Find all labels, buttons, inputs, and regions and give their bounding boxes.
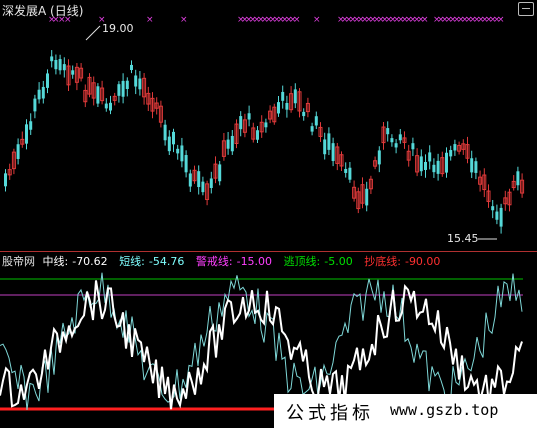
signal-marker: × [421, 15, 429, 25]
candle-down [58, 59, 62, 71]
watermark-banner: 公式指标 www.gszb.top [274, 394, 537, 428]
watermark-url: www.gszb.top [390, 401, 499, 419]
candle-down [495, 211, 499, 220]
candle-down [201, 181, 205, 193]
candle-down [390, 138, 394, 143]
candle-down [218, 164, 222, 182]
candle-down [331, 143, 335, 162]
candle-down [394, 143, 398, 148]
candle-down [281, 91, 285, 101]
candle-down [327, 133, 331, 150]
candle-down [188, 173, 192, 187]
candle-down [71, 70, 75, 75]
candle-down [29, 121, 33, 130]
signal-marker: × [146, 15, 154, 25]
watermark-text: 公式指标 [286, 403, 374, 424]
high-price-label: 19.00 [102, 22, 134, 35]
short-line [0, 272, 523, 412]
candle-down [37, 89, 41, 100]
candle-down [163, 124, 167, 141]
candle-down [54, 59, 58, 70]
candle-down [33, 98, 37, 112]
candle-down [314, 116, 318, 126]
stock-name: 深发展A [2, 4, 47, 18]
candle-down [411, 143, 415, 150]
candle-down [130, 64, 133, 71]
candle-down [46, 73, 49, 88]
candle-down [230, 135, 234, 152]
candle-down [428, 152, 432, 162]
candle-down [348, 167, 352, 180]
candle-down [491, 206, 495, 211]
candle-down [516, 171, 520, 186]
candle-down [109, 102, 112, 111]
candle-down [172, 131, 175, 145]
stock-chart-window: × × × × × × × × × × × × × × × × × × × × × × × × × × × × × × × × × × × × × × × ×… [0, 0, 537, 428]
candle-down [470, 158, 474, 173]
candle-down [96, 86, 100, 104]
candle-down [449, 150, 453, 157]
candle-down [25, 124, 28, 144]
legend-bottom-line: 抄底线: -90.00 [364, 255, 441, 268]
chart-canvas: ×××× × × × ××××××××××××××× × ×××××××××××××××××… [0, 15, 525, 412]
candle-down [184, 155, 188, 173]
candle-down [239, 116, 243, 130]
candle-down [121, 80, 125, 97]
legend-short-line: 短线: -54.76 [119, 255, 185, 268]
candle-down [432, 164, 436, 173]
signal-marker: × [293, 15, 301, 25]
legend-mid-line: 中线: -70.62 [42, 255, 108, 268]
candle-down [138, 78, 142, 90]
indicator-legend: 股帝网 中线: -70.62 短线: -54.76 警戒线: -15.00 逃顶线: -… [2, 253, 448, 269]
minimize-icon[interactable] [518, 2, 534, 16]
candle-down [41, 86, 45, 99]
candle-down [453, 144, 457, 151]
candle-down [377, 150, 381, 165]
candle-down [134, 75, 138, 87]
candle-down [445, 152, 448, 173]
candle-down [277, 102, 280, 114]
candle-down [117, 84, 121, 96]
candle-down [474, 161, 478, 173]
candle-down [264, 122, 268, 128]
candle-down [499, 207, 503, 227]
chart-title: 深发展A (日线) [2, 2, 83, 19]
period-label: (日线) [50, 4, 84, 18]
candle-down [226, 139, 230, 149]
candle-down [436, 160, 440, 174]
candle-down [344, 168, 348, 173]
candle-down [4, 173, 7, 187]
candle-down [167, 136, 171, 152]
candle-down [62, 64, 66, 71]
candle-down [285, 103, 289, 110]
candle-down [180, 145, 184, 162]
candle-down [424, 161, 427, 170]
signal-marker: × [180, 15, 188, 25]
low-price-label: 15.45 [447, 232, 479, 245]
candle-down [302, 111, 306, 117]
signal-marker: × [313, 15, 321, 25]
legend-warning-line: 警戒线: -15.00 [195, 255, 273, 268]
candle-down [247, 113, 251, 120]
panel-separator [0, 251, 537, 252]
candle-down [197, 171, 201, 188]
candle-down [398, 134, 402, 141]
candle-down [125, 80, 129, 89]
candle-down [419, 156, 423, 172]
candle-down [293, 89, 297, 104]
candle-down [176, 148, 180, 154]
indicator-name: 股帝网 [2, 255, 35, 268]
high-arrow [85, 25, 101, 41]
candle-down [323, 139, 327, 155]
candle-down [50, 56, 54, 62]
candle-down [104, 103, 108, 109]
signal-marker: × [497, 15, 505, 25]
candle-down [16, 144, 20, 159]
candle-down [256, 130, 259, 140]
candle-down [209, 178, 213, 188]
legend-top-line: 逃顶线: -5.00 [283, 255, 353, 268]
candle-down [386, 128, 390, 135]
candle-down [310, 126, 314, 132]
candle-down [365, 188, 369, 206]
